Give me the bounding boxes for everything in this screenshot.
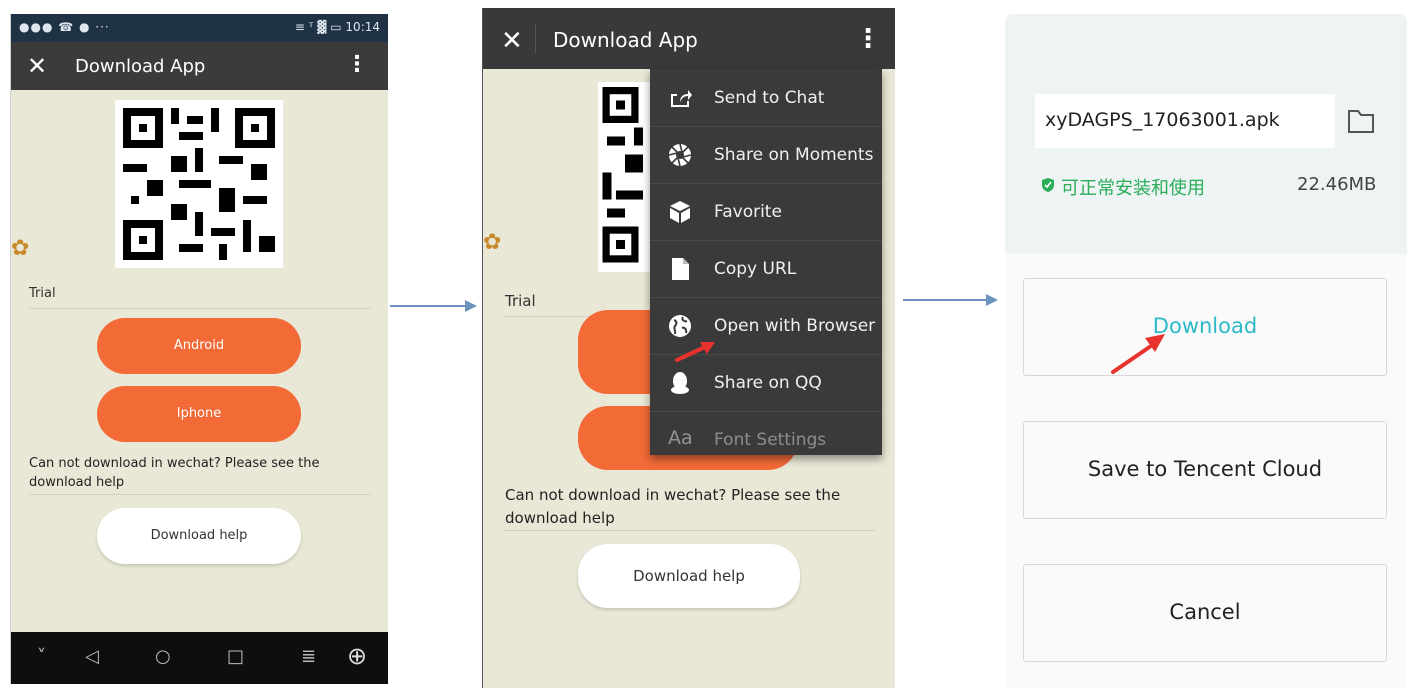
filename-field[interactable]: xyDAGPS_17063001.apk xyxy=(1035,94,1335,148)
close-icon[interactable]: ✕ xyxy=(501,28,523,54)
leaf-icon: ✿ xyxy=(483,230,502,255)
globe-icon xyxy=(668,314,692,338)
app-bar: ✕ Download App ⋮ xyxy=(483,8,895,69)
close-icon[interactable]: ✕ xyxy=(27,54,47,78)
plus-icon[interactable]: ⊕ xyxy=(347,642,367,670)
red-arrow-icon xyxy=(1111,334,1165,374)
document-icon xyxy=(668,257,692,281)
safe-install-text: 可正常安装和使用 xyxy=(1061,178,1205,199)
download-button[interactable]: Download xyxy=(1023,278,1387,376)
divider xyxy=(29,494,371,495)
qq-penguin-icon xyxy=(668,371,692,395)
menu-item-copy-url[interactable]: Copy URL xyxy=(650,240,882,298)
menu-item-font-settings[interactable]: Aa Font Settings xyxy=(650,411,882,455)
file-info-panel: xyDAGPS_17063001.apk 可正常安装和使用 22.46MB xyxy=(1005,14,1407,254)
menu-item-send-to-chat[interactable]: Send to Chat xyxy=(650,69,882,127)
status-right-icons: ≡ ᵀ ▓ ▭ 10:14 xyxy=(294,20,380,34)
phone-screen-1: ●●● ☎ ● ··· ≡ ᵀ ▓ ▭ 10:14 ✕ Download App… xyxy=(10,14,388,684)
recent-apps-icon[interactable]: □ xyxy=(227,646,244,667)
menu-item-label: Share on Moments xyxy=(714,145,874,165)
phone-screen-3: xyDAGPS_17063001.apk 可正常安装和使用 22.46MB Do… xyxy=(1005,14,1407,688)
divider xyxy=(29,308,371,309)
download-help-button[interactable]: Download help xyxy=(578,544,800,608)
font-icon: Aa xyxy=(668,427,693,449)
flow-arrow-line xyxy=(903,299,987,301)
share-icon xyxy=(668,86,692,110)
download-note: Can not download in wechat? Please see t… xyxy=(29,456,320,490)
phone-screen-2: ✕ Download App ⋮ ✿ Trial Can not downloa… xyxy=(482,8,895,688)
qr-code xyxy=(115,100,283,268)
leaf-icon: ✿ xyxy=(11,236,30,261)
flow-arrow-head-icon xyxy=(986,294,998,306)
download-note: Can not download in wechat? Please see t… xyxy=(505,486,841,527)
status-left-icons: ●●● ☎ ● ··· xyxy=(19,20,110,34)
menu-item-label: Copy URL xyxy=(714,259,797,279)
app-bar-title: Download App xyxy=(553,28,698,52)
back-icon[interactable]: ◁ xyxy=(85,646,99,667)
trial-label: Trial xyxy=(505,292,536,310)
red-arrow-icon xyxy=(675,342,715,362)
menu-item-label: Send to Chat xyxy=(714,88,825,108)
android-button[interactable]: Android xyxy=(97,318,301,374)
status-bar: ●●● ☎ ● ··· ≡ ᵀ ▓ ▭ 10:14 xyxy=(11,14,388,42)
home-icon[interactable]: ○ xyxy=(155,646,171,667)
shield-icon xyxy=(1041,177,1055,197)
more-icon[interactable]: ⋮ xyxy=(855,26,881,52)
cancel-button[interactable]: Cancel xyxy=(1023,564,1387,662)
menu-item-share-moments[interactable]: Share on Moments xyxy=(650,126,882,184)
trial-label: Trial xyxy=(29,286,56,301)
moments-icon xyxy=(668,143,692,167)
menu-item-label: Font Settings xyxy=(714,430,827,450)
filename-text: xyDAGPS_17063001.apk xyxy=(1045,109,1280,131)
share-menu: Send to Chat Share on Moments Favorite C… xyxy=(650,69,882,455)
menu-icon[interactable]: ≣ xyxy=(301,646,316,667)
folder-icon[interactable] xyxy=(1347,108,1375,138)
cube-icon xyxy=(668,200,692,224)
flow-arrow-head-icon xyxy=(465,300,477,312)
menu-item-label: Favorite xyxy=(714,202,782,222)
iphone-button[interactable]: Iphone xyxy=(97,386,301,442)
chevron-down-icon[interactable]: ˅ xyxy=(37,646,46,667)
divider xyxy=(535,24,536,54)
menu-item-label: Share on QQ xyxy=(714,373,822,393)
app-bar-title: Download App xyxy=(75,56,206,77)
more-icon[interactable]: ⋮ xyxy=(346,54,368,76)
divider xyxy=(503,530,875,531)
download-help-button[interactable]: Download help xyxy=(97,508,301,564)
save-to-cloud-button[interactable]: Save to Tencent Cloud xyxy=(1023,421,1387,519)
flow-arrow-line xyxy=(390,305,465,307)
menu-item-favorite[interactable]: Favorite xyxy=(650,183,882,241)
nav-bar: ˅ ◁ ○ □ ≣ ⊕ xyxy=(11,632,388,684)
qr-code-partial xyxy=(598,82,652,272)
file-size: 22.46MB xyxy=(1297,174,1377,195)
app-bar: ✕ Download App ⋮ xyxy=(11,42,388,90)
menu-item-label: Open with Browser xyxy=(714,316,876,336)
